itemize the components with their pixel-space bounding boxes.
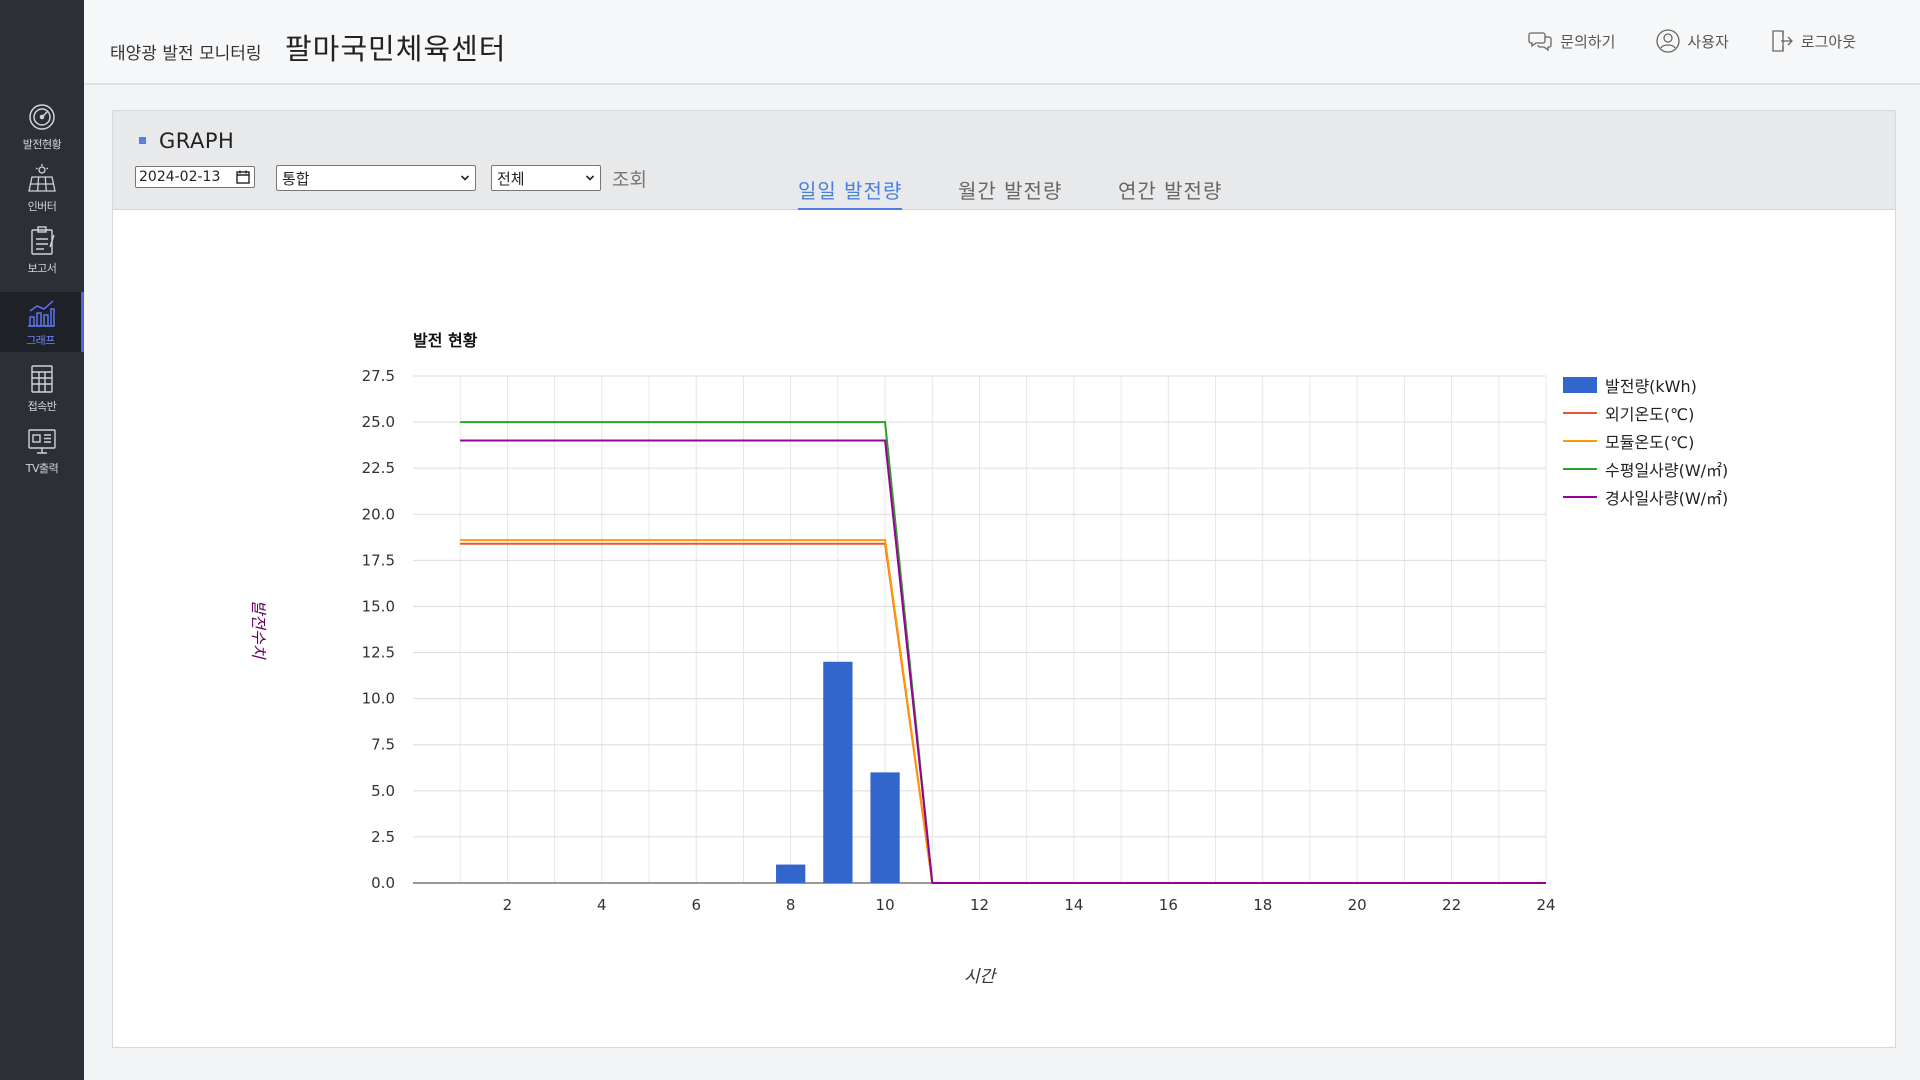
legend-item-tilted-irradiance[interactable]: 경사일사량(W/㎡) — [1563, 483, 1728, 511]
legend-item-module-temp[interactable]: 모듈온도(℃) — [1563, 427, 1728, 455]
x-tick-label: 4 — [597, 896, 607, 914]
logout-label: 로그아웃 — [1800, 32, 1856, 51]
legend-label: 모듈온도(℃) — [1605, 433, 1695, 452]
x-tick-label: 2 — [503, 896, 513, 914]
generation-chart: 0.0 2.5 5.0 7.5 10.0 12.5 15.0 17.5 20.0 22.5 25.0… — [249, 367, 1556, 987]
x-axis-title: 시간 — [964, 967, 998, 987]
y-tick-label: 5.0 — [371, 782, 395, 800]
sidebar-item-label: TV출력 — [25, 461, 59, 475]
sidebar-item-junction-box[interactable]: 접속반 — [0, 358, 84, 418]
chart-icon — [25, 297, 57, 329]
series-line — [460, 542, 1546, 884]
graph-panel: GRAPH 2024-02-13 통합 전체 조회 일일 발전량 월간 발전량 … — [112, 110, 1896, 1048]
legend-swatch — [1563, 377, 1597, 393]
y-tick-label: 20.0 — [362, 505, 395, 523]
top-bar: 태양광 발전 모니터링 팔마국민체육센터 문의하기 사용자 로그아웃 — [84, 0, 1920, 85]
bar-generation — [776, 864, 806, 883]
y-tick-label: 22.5 — [362, 459, 395, 477]
legend-swatch — [1563, 440, 1597, 442]
sidebar-item-report[interactable]: 보고서 — [0, 220, 84, 280]
y-tick-label: 10.0 — [362, 690, 395, 708]
y-tick-label: 25.0 — [362, 413, 395, 431]
inquiry-label: 문의하기 — [1560, 32, 1616, 51]
x-tick-label: 18 — [1253, 896, 1272, 914]
legend-label: 수평일사량(W/㎡) — [1605, 461, 1729, 480]
sidebar-item-tv-output[interactable]: TV출력 — [0, 420, 84, 480]
y-tick-label: 0.0 — [371, 874, 395, 892]
sidebar-item-label: 인버터 — [27, 199, 57, 213]
legend-item-generation[interactable]: 발전량(kWh) — [1563, 371, 1728, 399]
chart-legend: 발전량(kWh) 외기온도(℃) 모듈온도(℃) 수평일사량(W/㎡) 경사일사… — [1563, 371, 1728, 511]
y-tick-label: 12.5 — [362, 644, 395, 662]
x-tick-label: 16 — [1159, 896, 1178, 914]
sidebar-item-label: 보고서 — [27, 261, 57, 275]
legend-item-horizontal-irradiance[interactable]: 수평일사량(W/㎡) — [1563, 455, 1728, 483]
legend-swatch — [1563, 468, 1597, 470]
legend-label: 경사일사량(W/㎡) — [1605, 489, 1729, 508]
y-axis-title: 발전수치 — [249, 600, 268, 660]
x-tick-label: 14 — [1064, 896, 1083, 914]
series-line — [460, 539, 1546, 884]
x-tick-label: 12 — [970, 896, 989, 914]
sidebar-item-graph[interactable]: 그래프 — [0, 292, 84, 352]
x-tick-label: 24 — [1536, 896, 1555, 914]
legend-label: 발전량(kWh) — [1605, 377, 1697, 396]
legend-item-outdoor-temp[interactable]: 외기온도(℃) — [1563, 399, 1728, 427]
sidebar-item-generation-status[interactable]: 발전현황 — [0, 96, 84, 156]
header-actions: 문의하기 사용자 로그아웃 — [1528, 28, 1920, 54]
sidebar-item-inverter[interactable]: 인버터 — [0, 158, 84, 218]
y-tick-label: 7.5 — [371, 736, 395, 754]
app-subtitle: 태양광 발전 모니터링 — [110, 44, 262, 64]
logout-button[interactable]: 로그아웃 — [1769, 28, 1856, 54]
junction-box-icon — [26, 363, 58, 395]
bar-generation — [870, 772, 900, 883]
solar-panel-icon — [26, 163, 58, 195]
logout-icon — [1772, 30, 1793, 52]
x-tick-label: 6 — [691, 896, 701, 914]
y-tick-label: 17.5 — [362, 551, 395, 569]
y-tick-label: 15.0 — [362, 597, 395, 615]
user-label: 사용자 — [1687, 32, 1729, 51]
x-tick-label: 10 — [876, 896, 895, 914]
sidebar-item-label: 그래프 — [26, 333, 55, 347]
tv-icon — [26, 425, 58, 457]
user-icon — [1656, 29, 1681, 53]
x-tick-label: 22 — [1442, 896, 1461, 914]
series-line — [460, 439, 1546, 884]
inquiry-button[interactable]: 문의하기 — [1528, 28, 1615, 54]
sidebar-item-label: 발전현황 — [22, 137, 62, 151]
legend-label: 외기온도(℃) — [1605, 405, 1695, 424]
site-name: 팔마국민체육센터 — [285, 32, 507, 66]
user-button[interactable]: 사용자 — [1655, 28, 1729, 54]
chat-icon — [1528, 32, 1552, 52]
y-tick-label: 2.5 — [371, 828, 395, 846]
clipboard-icon — [26, 225, 58, 257]
x-tick-label: 20 — [1348, 896, 1367, 914]
gauge-icon — [26, 101, 58, 133]
legend-swatch — [1563, 496, 1597, 498]
sidebar-item-label: 접속반 — [27, 399, 57, 413]
y-tick-label: 27.5 — [362, 367, 395, 385]
bar-generation — [823, 661, 853, 883]
x-tick-label: 8 — [786, 896, 796, 914]
sidebar: 발전현황 인버터 보고서 그래프 접속반 TV출력 — [0, 0, 84, 1080]
legend-swatch — [1563, 412, 1597, 414]
